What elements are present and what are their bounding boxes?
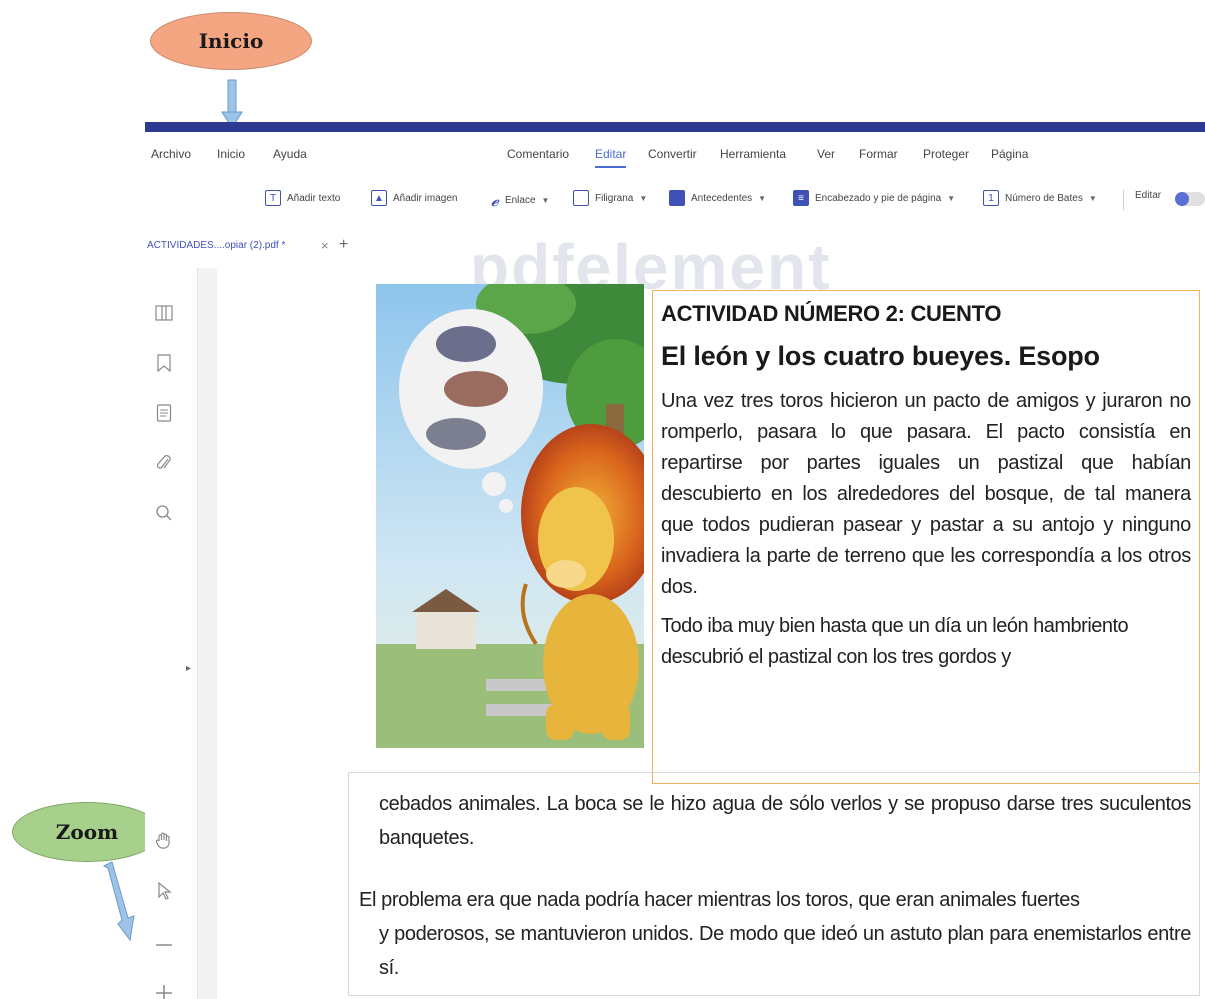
menu-formar[interactable]: Formar [859,147,898,161]
edit-mode-toggle[interactable] [1175,192,1205,206]
lion-illustration [376,284,644,748]
image-icon: ▲ [371,190,387,206]
watermark-icon [573,190,589,206]
left-sidebar [145,268,197,999]
chevron-down-icon: ▼ [1088,193,1097,203]
callout-inicio-label: Inicio [198,29,264,53]
bates-number-label: Número de Bates [1005,192,1083,204]
new-tab-button[interactable]: + [339,236,348,254]
text-box-icon: T [265,190,281,206]
menu-archivo[interactable]: Archivo [151,147,191,161]
callout-zoom-label: Zoom [55,820,119,844]
document-tab[interactable]: ACTIVIDADES....opiar (2).pdf * [147,240,285,251]
story-text-box[interactable]: ACTIVIDAD NÚMERO 2: CUENTO El león y los… [652,290,1200,784]
story-paragraph-3-first-line: El problema era que nada podría hacer mi… [359,889,1080,911]
attachment-icon[interactable] [153,452,175,474]
callout-inicio: Inicio [150,12,312,70]
panel-divider [197,268,217,999]
add-text-button[interactable]: T Añadir texto [265,190,340,206]
add-text-label: Añadir texto [287,192,341,204]
activity-title: ACTIVIDAD NÚMERO 2: CUENTO [661,301,1002,326]
story-continuation-box[interactable]: cebados animales. La boca se le hizo agu… [348,772,1200,996]
menu-ver[interactable]: Ver [817,147,835,161]
search-icon[interactable] [153,502,175,524]
menu-convertir[interactable]: Convertir [648,147,697,161]
thumbnails-icon[interactable] [153,302,175,324]
story-paragraph-2-start: Todo iba muy bien hasta que un día un le… [661,615,1129,668]
menu-proteger[interactable]: Proteger [923,147,969,161]
menu-comentario[interactable]: Comentario [507,147,569,161]
bookmark-icon[interactable] [153,352,175,374]
add-image-label: Añadir imagen [393,192,458,204]
edit-mode-label: Editar [1135,190,1162,201]
menu-pagina[interactable]: Página [991,147,1028,161]
menu-ayuda[interactable]: Ayuda [273,147,307,161]
link-label: Enlace [504,195,536,206]
chevron-down-icon: ▼ [947,193,956,203]
story-paragraph-3: El problema era que nada podría hacer mi… [359,883,1191,985]
bates-number-icon: 1 [983,190,999,206]
select-cursor-icon[interactable] [153,880,175,902]
bates-number-button[interactable]: 1 Número de Bates ▼ [983,190,1097,206]
background-icon [669,190,685,206]
zoom-in-icon[interactable] [153,982,175,999]
edit-toolbar: T Añadir texto ▲ Añadir imagen 𝓮 Enlace … [145,182,1205,218]
callout-zoom: Zoom [12,802,162,862]
menu-herramienta[interactable]: Herramienta [720,147,786,161]
header-footer-label: Encabezado y pie de página [815,192,942,204]
add-image-button[interactable]: ▲ Añadir imagen [371,190,457,206]
close-tab-icon[interactable]: × [321,238,329,253]
chevron-down-icon: ▼ [541,196,550,205]
menu-inicio[interactable]: Inicio [217,147,245,161]
hand-tool-icon[interactable] [153,830,175,852]
story-paragraph-2-continued: cebados animales. La boca se le hizo agu… [379,793,1191,849]
title-bar [145,122,1205,132]
chevron-down-icon: ▼ [639,193,648,203]
story-title: El león y los cuatro bueyes. Esopo [661,341,1100,371]
expand-panel-icon[interactable]: ▸ [186,663,191,674]
background-button[interactable]: Antecedentes ▼ [669,190,766,206]
watermark-label: Filigrana [595,192,634,204]
story-paragraph-1: Una vez tres toros hicieron un pacto de … [661,390,1191,598]
menu-bar: Archivo Inicio Ayuda Comentario Editar C… [145,140,1205,168]
header-footer-icon: ≡ [793,190,809,206]
toolbar-divider [1123,190,1124,210]
toggle-knob [1175,192,1189,206]
chevron-down-icon: ▼ [758,193,767,203]
header-footer-button[interactable]: ≡ Encabezado y pie de página ▼ [793,190,955,206]
edit-mode-label-wrap: Editar [1135,190,1161,201]
zoom-out-icon[interactable] [153,934,175,956]
menu-editar[interactable]: Editar [595,147,627,168]
arrow-down-right-icon [102,861,135,942]
comments-icon[interactable] [153,402,175,424]
story-paragraph-3-rest: y poderosos, se mantuvieron unidos. De m… [379,923,1191,979]
watermark-button[interactable]: Filigrana ▼ [573,190,647,206]
link-icon: 𝓮 [491,190,499,210]
background-label: Antecedentes [691,192,753,204]
link-button[interactable]: 𝓮 Enlace ▼ [491,190,549,211]
